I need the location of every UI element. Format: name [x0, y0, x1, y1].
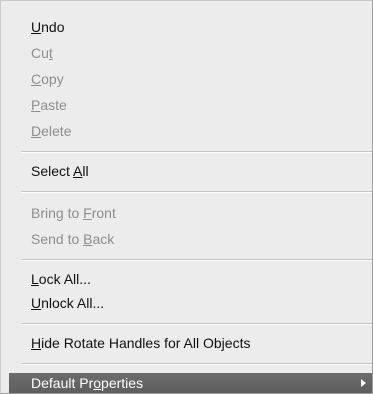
menu-separator	[21, 323, 372, 325]
menu-item-undo[interactable]: Undo	[31, 17, 362, 37]
menu-item-cut[interactable]: Cut	[31, 43, 362, 63]
context-menu: Undo Cut Copy Paste Delete Select All Br…	[0, 0, 373, 394]
menu-item-send-to-back[interactable]: Send to Back	[31, 229, 362, 249]
menu-separator	[21, 259, 372, 261]
submenu-arrow-icon	[361, 379, 366, 387]
menu-item-hide-rotate-handles[interactable]: Hide Rotate Handles for All Objects	[31, 333, 362, 353]
menu-item-select-all[interactable]: Select All	[31, 161, 362, 181]
menu-separator	[21, 151, 372, 153]
menu-separator	[21, 363, 372, 365]
menu-item-paste[interactable]: Paste	[31, 95, 362, 115]
menu-item-delete[interactable]: Delete	[31, 121, 362, 141]
menu-item-lock-all[interactable]: Lock All...	[31, 269, 362, 289]
menu-separator	[21, 191, 372, 193]
menu-gutter	[1, 1, 7, 393]
menu-item-bring-to-front[interactable]: Bring to Front	[31, 203, 362, 223]
menu-item-copy[interactable]: Copy	[31, 69, 362, 89]
menu-item-unlock-all[interactable]: Unlock All...	[31, 293, 362, 313]
menu-item-default-properties[interactable]: Default Properties	[9, 373, 372, 393]
